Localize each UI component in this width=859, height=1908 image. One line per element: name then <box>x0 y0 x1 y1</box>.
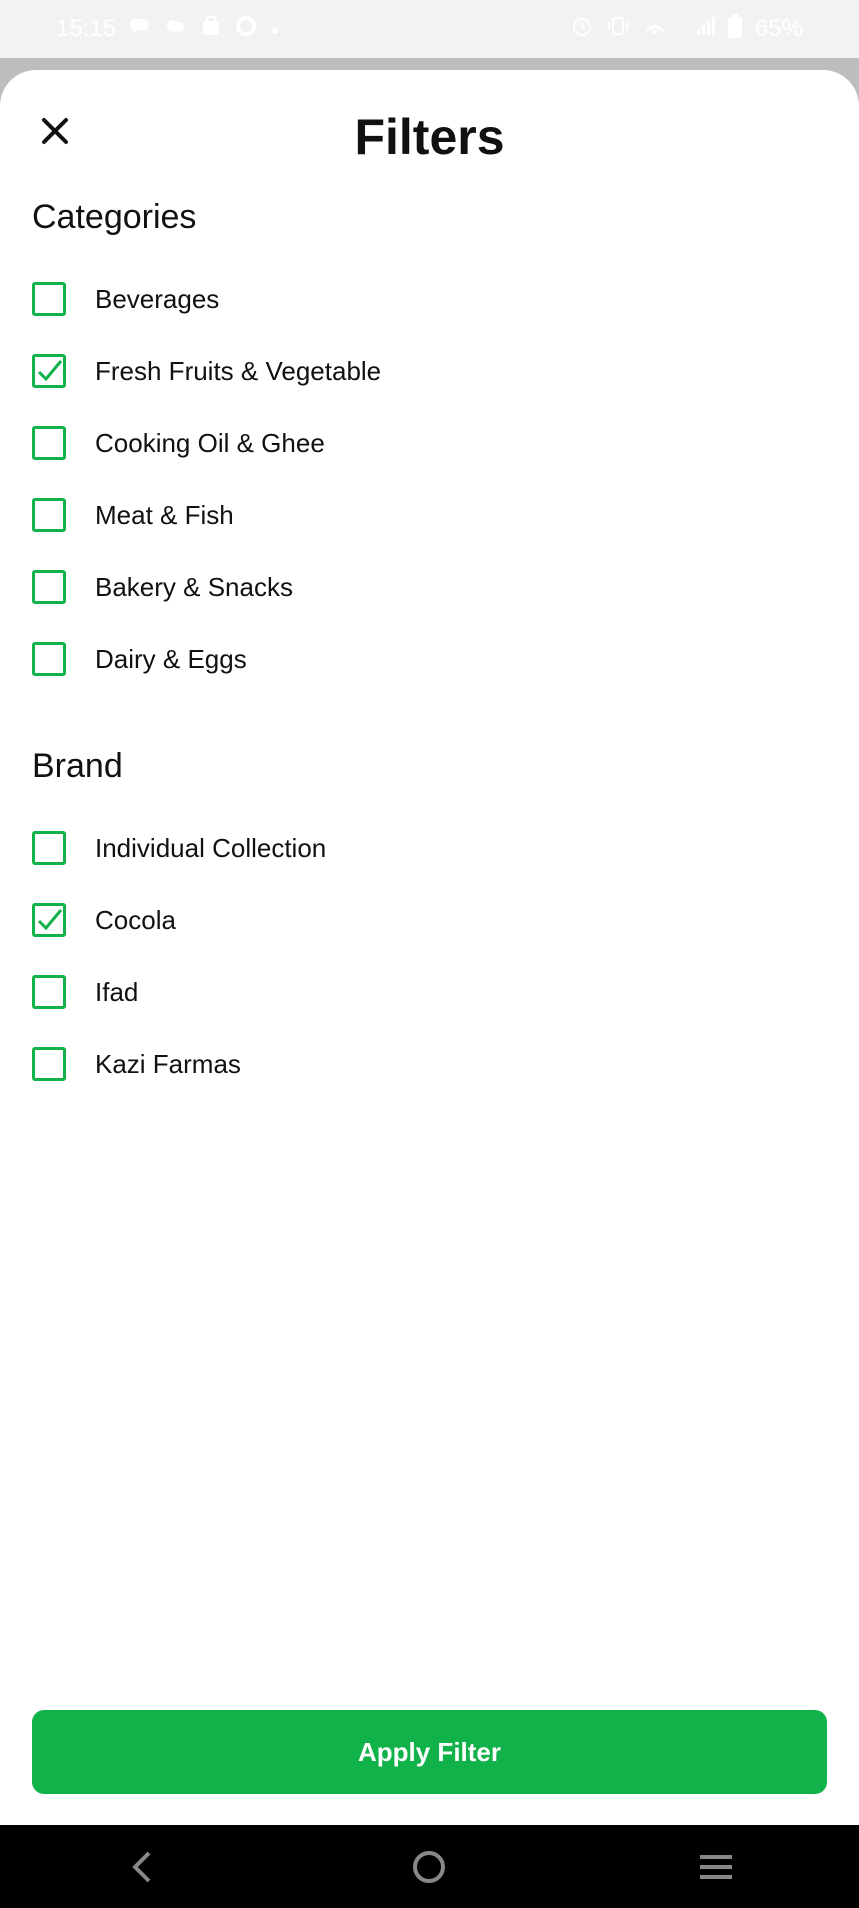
category-option-cooking-oil[interactable]: Cooking Oil & Ghee <box>32 421 325 465</box>
brand-option-ifad[interactable]: Ifad <box>32 970 138 1014</box>
brand-option-cocola[interactable]: Cocola <box>32 898 176 942</box>
status-bar: 15:15 65% <box>0 0 859 58</box>
category-option-beverages[interactable]: Beverages <box>32 277 219 321</box>
dot-icon <box>270 16 280 42</box>
categories-section-title: Categories <box>32 198 197 236</box>
home-icon <box>413 1850 446 1883</box>
option-label: Bakery & Snacks <box>95 571 293 602</box>
nav-home-button[interactable] <box>389 1837 469 1897</box>
checkbox-fresh-fruits[interactable] <box>32 354 66 388</box>
category-option-dairy-eggs[interactable]: Dairy & Eggs <box>32 637 247 681</box>
option-label: Cooking Oil & Ghee <box>95 427 325 458</box>
checkbox-cocola[interactable] <box>32 903 66 937</box>
vibrate-icon <box>605 15 631 43</box>
checkbox-beverages[interactable] <box>32 282 66 316</box>
brand-option-individual-collection[interactable]: Individual Collection <box>32 826 326 870</box>
battery-percent: 65% <box>754 15 803 42</box>
check-icon <box>37 360 63 382</box>
option-label: Dairy & Eggs <box>95 643 247 674</box>
cloud-icon <box>164 16 188 42</box>
page-title: Filters <box>354 109 505 165</box>
checkbox-individual-collection[interactable] <box>32 831 66 865</box>
check-icon <box>37 909 63 931</box>
checkbox-cooking-oil[interactable] <box>32 426 66 460</box>
system-nav-bar <box>0 1825 859 1908</box>
nav-recents-button[interactable] <box>676 1837 756 1897</box>
sync-icon <box>234 14 258 44</box>
option-label: Beverages <box>95 283 220 314</box>
brand-option-kazi-farmas[interactable]: Kazi Farmas <box>32 1042 241 1086</box>
back-icon <box>132 1851 151 1882</box>
checkbox-ifad[interactable] <box>32 975 66 1009</box>
filter-sheet <box>0 70 859 1828</box>
brand-section-title: Brand <box>32 747 123 785</box>
bag-icon <box>200 15 222 43</box>
hotspot-icon <box>643 15 667 43</box>
option-label: Fresh Fruits & Vegetable <box>95 355 382 386</box>
recents-icon <box>699 1854 732 1879</box>
signal-4g-icon <box>679 15 715 43</box>
nav-back-button[interactable] <box>103 1837 183 1897</box>
category-option-fresh-fruits[interactable]: Fresh Fruits & Vegetable <box>32 349 381 393</box>
checkbox-dairy-eggs[interactable] <box>32 642 66 676</box>
status-time: 15:15 <box>56 15 117 42</box>
option-label: Cocola <box>95 904 176 935</box>
status-left: 15:15 <box>56 14 280 44</box>
alarm-icon <box>571 15 593 43</box>
option-label: Ifad <box>95 976 139 1007</box>
category-option-bakery-snacks[interactable]: Bakery & Snacks <box>32 565 293 609</box>
apply-filter-button[interactable]: Apply Filter <box>32 1710 827 1794</box>
option-label: Kazi Farmas <box>95 1048 241 1079</box>
option-label: Individual Collection <box>95 832 327 863</box>
checkbox-kazi-farmas[interactable] <box>32 1047 66 1081</box>
option-label: Meat & Fish <box>95 499 234 530</box>
status-right: 65% <box>571 13 803 45</box>
chat-icon <box>128 16 152 42</box>
battery-icon <box>727 13 743 45</box>
checkbox-meat-fish[interactable] <box>32 498 66 532</box>
checkbox-bakery-snacks[interactable] <box>32 570 66 604</box>
category-option-meat-fish[interactable]: Meat & Fish <box>32 493 234 537</box>
